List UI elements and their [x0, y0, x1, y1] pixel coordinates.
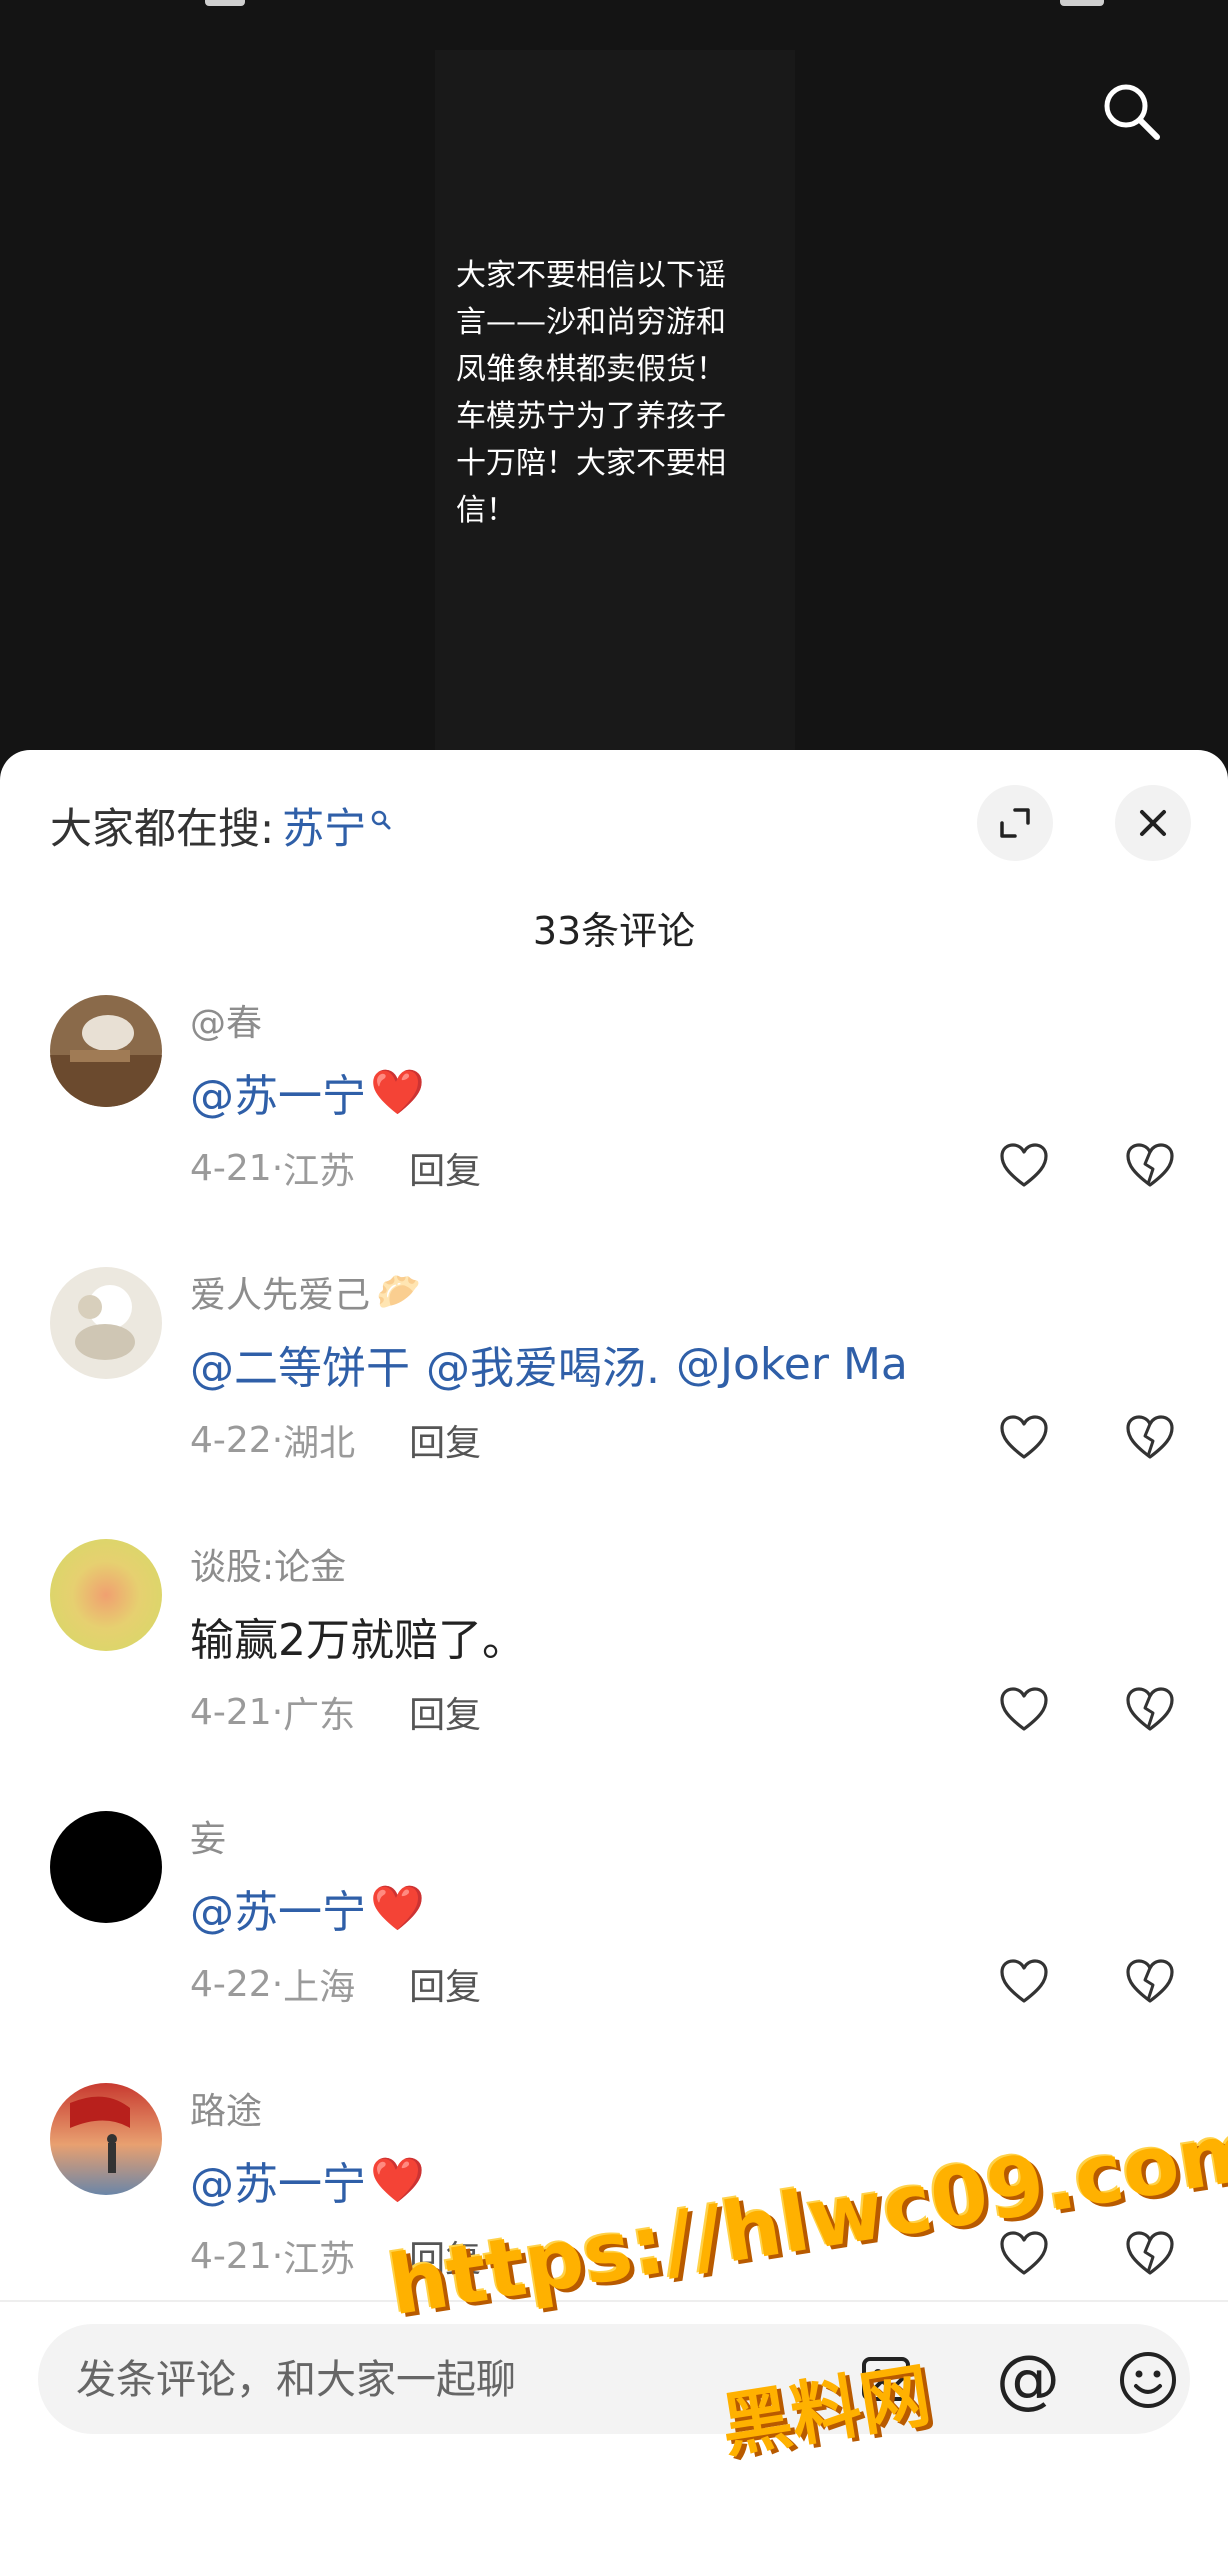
heart-emoji: ❤️ — [370, 1067, 425, 1118]
avatar[interactable] — [50, 1267, 162, 1379]
battery-fragment — [1060, 0, 1104, 6]
comment-location: 上海 — [283, 1967, 356, 2008]
dislike-broken-heart-icon[interactable] — [1124, 1684, 1176, 1736]
comment-item: 谈股:论金 输赢2万就赔了。 4-21 · 广东 回复 — [0, 1539, 1228, 1809]
mention-link[interactable]: @苏一宁 — [190, 1060, 366, 1124]
mention-link[interactable]: @二等饼干 — [190, 1332, 410, 1396]
dislike-broken-heart-icon[interactable] — [1124, 1412, 1176, 1464]
username-text: 爱人先爱己 — [190, 1275, 371, 1316]
comment-date: 4-21 — [190, 1147, 272, 1189]
expand-icon — [1000, 808, 1030, 838]
comment-item: 妄 @苏一宁 ❤️ 4-22 · 上海 回复 — [0, 1811, 1228, 2081]
mention-link[interactable]: @我爱喝汤. — [426, 1332, 660, 1396]
status-bar-fragment — [205, 0, 245, 6]
dislike-broken-heart-icon[interactable] — [1124, 1140, 1176, 1192]
comment-item: @春 @苏一宁 ❤️ 4-21 · 江苏 回复 — [0, 995, 1228, 1265]
video-caption: 大家不要相信以下谣 言——沙和尚穷游和 凤雏象棋都卖假货！ 车模苏宁为了养孩子 … — [456, 258, 726, 528]
comment-item: 爱人先爱己 🥟 @二等饼干 @我爱喝汤. @Joker Ma 4-22 · 湖北 回… — [0, 1267, 1228, 1537]
search-icon[interactable] — [1100, 80, 1162, 142]
comment-meta: 4-22 · 上海 回复 — [190, 1956, 481, 2012]
comment-username[interactable]: @春 — [190, 995, 262, 1045]
comment-username[interactable]: 路途 — [190, 2083, 262, 2133]
comment-count: 33条评论 — [532, 909, 696, 953]
close-icon — [1140, 810, 1166, 836]
comment-location: 广东 — [283, 1695, 356, 1736]
comment-meta: 4-21 · 江苏 回复 — [190, 2228, 481, 2284]
heart-emoji: ❤️ — [370, 1883, 425, 1934]
mention-at-icon[interactable]: @ — [988, 2340, 1068, 2420]
image-icon[interactable] — [858, 2351, 914, 2407]
comment-location: 江苏 — [283, 1151, 356, 1192]
reply-button[interactable]: 回复 — [409, 2230, 481, 2282]
video-player[interactable]: 大家不要相信以下谣 言——沙和尚穷游和 凤雏象棋都卖假货！ 车模苏宁为了养孩子 … — [0, 0, 1228, 760]
avatar[interactable] — [50, 995, 162, 1107]
comment-date: 4-22 — [190, 1419, 272, 1461]
comment-meta: 4-21 · 广东 回复 — [190, 1684, 481, 1740]
avatar[interactable] — [50, 1811, 162, 1923]
comment-username[interactable]: 谈股:论金 — [190, 1539, 346, 1589]
comment-input[interactable] — [74, 2324, 838, 2436]
trending-prefix: 大家都在搜: — [50, 803, 275, 853]
reply-button[interactable]: 回复 — [409, 1142, 481, 1194]
close-button[interactable] — [1115, 785, 1191, 861]
comment-content: @苏一宁 ❤️ — [190, 1869, 425, 1947]
reply-button[interactable]: 回复 — [409, 1414, 481, 1466]
expand-button[interactable] — [977, 785, 1053, 861]
comment-input-bar: @ — [0, 2300, 1228, 2562]
emoji-icon[interactable] — [1118, 2350, 1178, 2410]
comment-content: 输赢2万就赔了。 — [190, 1597, 526, 1675]
comment-content: @苏一宁 ❤️ — [190, 1053, 425, 1131]
like-heart-icon[interactable] — [998, 1412, 1050, 1464]
comment-date: 4-21 — [190, 1691, 272, 1733]
mention-link[interactable]: @苏一宁 — [190, 2148, 366, 2212]
comment-location: 江苏 — [283, 2239, 356, 2280]
trending-search[interactable]: 大家都在搜: 苏宁 — [50, 795, 392, 855]
like-heart-icon[interactable] — [998, 2228, 1050, 2280]
mention-link[interactable]: @Joker Ma — [676, 1339, 908, 1390]
reply-button[interactable]: 回复 — [409, 1686, 481, 1738]
like-heart-icon[interactable] — [998, 1140, 1050, 1192]
comment-meta: 4-22 · 湖北 回复 — [190, 1412, 481, 1468]
dislike-broken-heart-icon[interactable] — [1124, 1956, 1176, 2008]
comment-text: 输赢2万就赔了。 — [190, 1615, 526, 1666]
dumpling-emoji: 🥟 — [376, 1272, 421, 1313]
like-heart-icon[interactable] — [998, 1956, 1050, 2008]
comment-date: 4-22 — [190, 1963, 272, 2005]
heart-emoji: ❤️ — [370, 2155, 425, 2206]
comment-username[interactable]: 爱人先爱己 🥟 — [190, 1267, 421, 1317]
comment-content: @二等饼干 @我爱喝汤. @Joker Ma — [190, 1325, 908, 1403]
like-heart-icon[interactable] — [998, 1684, 1050, 1736]
comment-username[interactable]: 妄 — [190, 1811, 226, 1861]
comment-date: 4-21 — [190, 2235, 272, 2277]
comment-meta: 4-21 · 江苏 回复 — [190, 1140, 481, 1196]
comment-sheet: 大家都在搜: 苏宁 33条评论 @春 @苏一宁 ❤️ 4-21 · 江苏 回复 … — [0, 750, 1228, 2560]
avatar[interactable] — [50, 1539, 162, 1651]
small-search-icon — [370, 792, 392, 841]
trending-keyword[interactable]: 苏宁 — [282, 795, 366, 856]
dislike-broken-heart-icon[interactable] — [1124, 2228, 1176, 2280]
comment-input-container: @ — [38, 2324, 1190, 2436]
mention-link[interactable]: @苏一宁 — [190, 1876, 366, 1940]
reply-button[interactable]: 回复 — [409, 1958, 481, 2010]
comment-location: 湖北 — [283, 1423, 356, 1464]
avatar[interactable] — [50, 2083, 162, 2195]
comment-content: @苏一宁 ❤️ — [190, 2141, 425, 2219]
